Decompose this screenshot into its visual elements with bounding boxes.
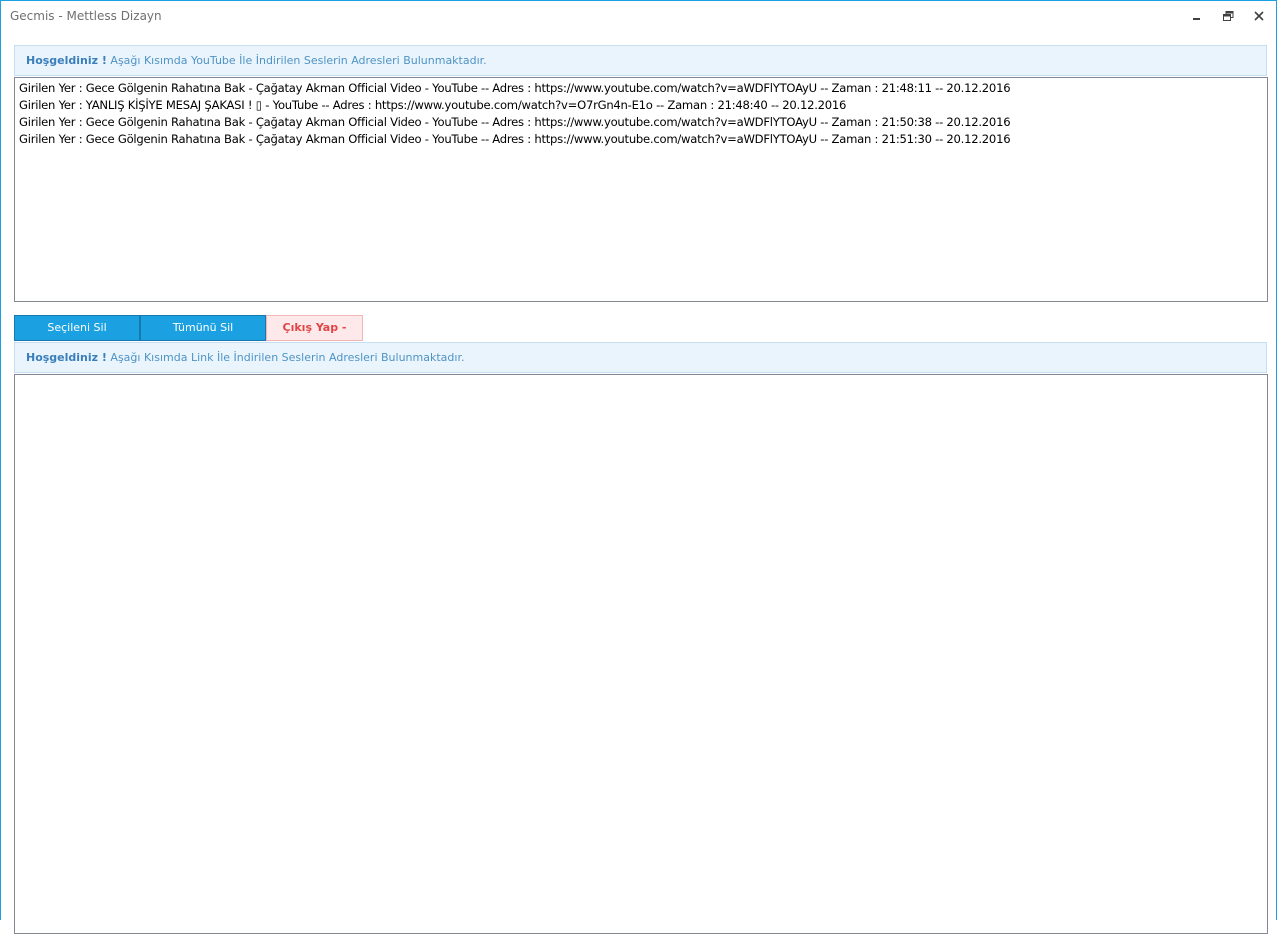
delete-selected-button[interactable]: Seçileni Sil bbox=[14, 315, 140, 341]
minimize-icon bbox=[1193, 18, 1200, 20]
welcome-label: Hoşgeldiniz ! bbox=[26, 54, 107, 67]
restore-icon bbox=[1222, 11, 1233, 21]
youtube-info-banner: Hoşgeldiniz ! Aşağı Kısımda YouTube İle … bbox=[14, 45, 1267, 76]
title-bar[interactable]: Gecmis - Mettless Dizayn bbox=[1, 1, 1276, 32]
window-title: Gecmis - Mettless Dizayn bbox=[10, 9, 162, 23]
youtube-info-text: Aşağı Kısımda YouTube İle İndirilen Sesl… bbox=[110, 54, 487, 67]
youtube-history-list[interactable]: Girilen Yer : Gece Gölgenin Rahatına Bak… bbox=[14, 77, 1268, 302]
list-item[interactable]: Girilen Yer : Gece Gölgenin Rahatına Bak… bbox=[15, 80, 1267, 97]
delete-all-button[interactable]: Tümünü Sil bbox=[140, 315, 266, 341]
link-info-banner: Hoşgeldiniz ! Aşağı Kısımda Link İle İnd… bbox=[14, 342, 1267, 373]
restore-button[interactable] bbox=[1218, 7, 1238, 25]
list-item[interactable]: Girilen Yer : Gece Gölgenin Rahatına Bak… bbox=[15, 114, 1267, 131]
exit-button[interactable]: Çıkış Yap - bbox=[266, 315, 363, 341]
close-button[interactable] bbox=[1249, 7, 1269, 25]
close-icon bbox=[1254, 11, 1264, 21]
welcome-label: Hoşgeldiniz ! bbox=[26, 351, 107, 364]
list-item[interactable]: Girilen Yer : YANLIŞ KİŞİYE MESAJ ŞAKASI… bbox=[15, 97, 1267, 114]
minimize-button[interactable] bbox=[1187, 7, 1207, 25]
history-window: Gecmis - Mettless Dizayn Hoşgeldiniz ! A… bbox=[0, 0, 1277, 934]
link-history-list[interactable] bbox=[14, 374, 1268, 934]
list-item[interactable]: Girilen Yer : Gece Gölgenin Rahatına Bak… bbox=[15, 131, 1267, 148]
link-info-text: Aşağı Kısımda Link İle İndirilen Sesleri… bbox=[110, 351, 465, 364]
